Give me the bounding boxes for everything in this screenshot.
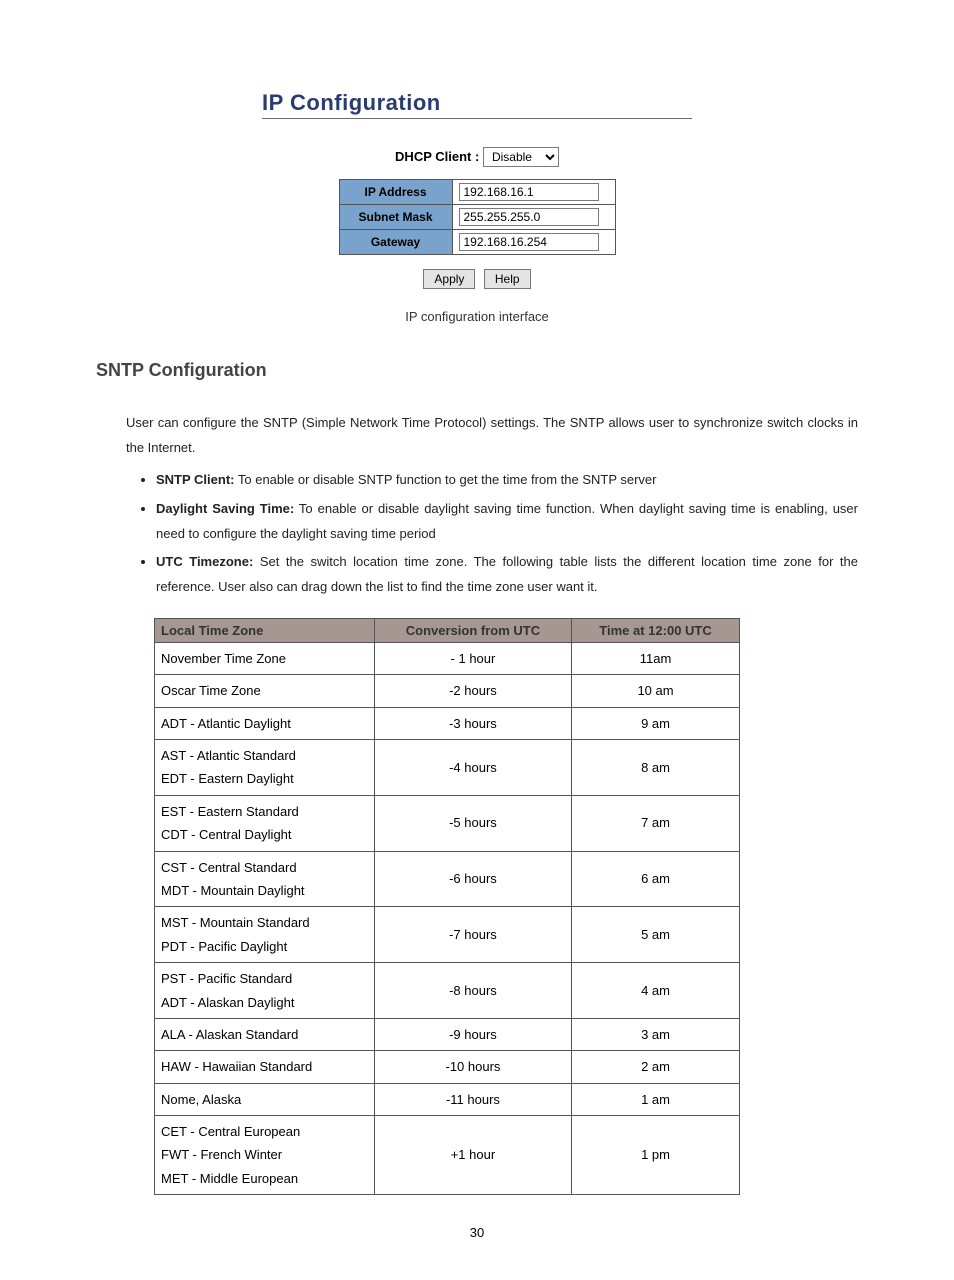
tz-header-zone: Local Time Zone <box>155 618 375 642</box>
tz-conv: - 1 hour <box>374 642 571 674</box>
apply-button[interactable]: Apply <box>423 269 475 289</box>
bullet-item: SNTP Client: To enable or disable SNTP f… <box>156 468 858 493</box>
dhcp-row: DHCP Client : Disable <box>262 147 692 167</box>
timezone-table: Local Time Zone Conversion from UTC Time… <box>154 618 740 1195</box>
tz-zone: PST - Pacific StandardADT - Alaskan Dayl… <box>155 963 375 1019</box>
tz-time: 10 am <box>572 675 740 707</box>
tz-time: 9 am <box>572 707 740 739</box>
tz-row: HAW - Hawaiian Standard-10 hours2 am <box>155 1051 740 1083</box>
tz-time: 1 am <box>572 1083 740 1115</box>
tz-row: Oscar Time Zone-2 hours10 am <box>155 675 740 707</box>
tz-zone: Oscar Time Zone <box>155 675 375 707</box>
ip-row-field <box>452 205 615 230</box>
tz-time: 2 am <box>572 1051 740 1083</box>
tz-header-time: Time at 12:00 UTC <box>572 618 740 642</box>
tz-header-conv: Conversion from UTC <box>374 618 571 642</box>
intro-paragraph: User can configure the SNTP (Simple Netw… <box>126 411 858 460</box>
page-number: 30 <box>96 1225 858 1240</box>
tz-time: 11am <box>572 642 740 674</box>
tz-time: 6 am <box>572 851 740 907</box>
tz-conv: -10 hours <box>374 1051 571 1083</box>
tz-zone: AST - Atlantic StandardEDT - Eastern Day… <box>155 739 375 795</box>
tz-row: November Time Zone- 1 hour11am <box>155 642 740 674</box>
tz-zone: HAW - Hawaiian Standard <box>155 1051 375 1083</box>
button-row: Apply Help <box>262 269 692 289</box>
tz-time: 3 am <box>572 1018 740 1050</box>
tz-time: 1 pm <box>572 1116 740 1195</box>
tz-zone: November Time Zone <box>155 642 375 674</box>
tz-row: MST - Mountain StandardPDT - Pacific Day… <box>155 907 740 963</box>
ip-row-label: IP Address <box>339 180 452 205</box>
dhcp-label: DHCP Client : <box>395 149 479 164</box>
tz-zone: CET - Central EuropeanFWT - French Winte… <box>155 1116 375 1195</box>
tz-row: PST - Pacific StandardADT - Alaskan Dayl… <box>155 963 740 1019</box>
bullet-bold: SNTP Client: <box>156 472 235 487</box>
ip-table: IP AddressSubnet MaskGateway <box>339 179 616 255</box>
tz-row: ALA - Alaskan Standard-9 hours3 am <box>155 1018 740 1050</box>
ipconf-panel: IP Configuration DHCP Client : Disable I… <box>262 90 692 289</box>
tz-zone: EST - Eastern StandardCDT - Central Dayl… <box>155 795 375 851</box>
tz-time: 5 am <box>572 907 740 963</box>
tz-conv: -9 hours <box>374 1018 571 1050</box>
tz-zone: MST - Mountain StandardPDT - Pacific Day… <box>155 907 375 963</box>
tz-zone: ADT - Atlantic Daylight <box>155 707 375 739</box>
tz-zone: Nome, Alaska <box>155 1083 375 1115</box>
tz-time: 8 am <box>572 739 740 795</box>
tz-row: ADT - Atlantic Daylight-3 hours9 am <box>155 707 740 739</box>
ip-row-label: Gateway <box>339 230 452 255</box>
tz-row: CET - Central EuropeanFWT - French Winte… <box>155 1116 740 1195</box>
tz-zone: CST - Central StandardMDT - Mountain Day… <box>155 851 375 907</box>
bullet-text: Set the switch location time zone. The f… <box>156 554 858 594</box>
ipconf-caption: IP configuration interface <box>96 309 858 324</box>
tz-row: EST - Eastern StandardCDT - Central Dayl… <box>155 795 740 851</box>
ip-input[interactable] <box>459 208 599 226</box>
bullet-bold: UTC Timezone: <box>156 554 253 569</box>
tz-time: 4 am <box>572 963 740 1019</box>
ip-row-field <box>452 180 615 205</box>
tz-conv: -5 hours <box>374 795 571 851</box>
tz-time: 7 am <box>572 795 740 851</box>
tz-conv: -8 hours <box>374 963 571 1019</box>
tz-conv: -2 hours <box>374 675 571 707</box>
tz-row: Nome, Alaska-11 hours1 am <box>155 1083 740 1115</box>
tz-conv: +1 hour <box>374 1116 571 1195</box>
help-button[interactable]: Help <box>484 269 531 289</box>
ip-input[interactable] <box>459 233 599 251</box>
dhcp-select[interactable]: Disable <box>483 147 559 167</box>
ip-input[interactable] <box>459 183 599 201</box>
tz-conv: -3 hours <box>374 707 571 739</box>
tz-conv: -11 hours <box>374 1083 571 1115</box>
ip-row-field <box>452 230 615 255</box>
tz-conv: -6 hours <box>374 851 571 907</box>
bullet-text: To enable or disable SNTP function to ge… <box>235 472 657 487</box>
bullet-bold: Daylight Saving Time: <box>156 501 294 516</box>
bullet-item: Daylight Saving Time: To enable or disab… <box>156 497 858 546</box>
tz-row: CST - Central StandardMDT - Mountain Day… <box>155 851 740 907</box>
bullet-list: SNTP Client: To enable or disable SNTP f… <box>126 468 858 599</box>
ip-row-label: Subnet Mask <box>339 205 452 230</box>
section-heading: SNTP Configuration <box>96 360 858 381</box>
bullet-item: UTC Timezone: Set the switch location ti… <box>156 550 858 599</box>
tz-conv: -4 hours <box>374 739 571 795</box>
tz-zone: ALA - Alaskan Standard <box>155 1018 375 1050</box>
ipconf-title: IP Configuration <box>262 90 692 119</box>
tz-row: AST - Atlantic StandardEDT - Eastern Day… <box>155 739 740 795</box>
tz-conv: -7 hours <box>374 907 571 963</box>
